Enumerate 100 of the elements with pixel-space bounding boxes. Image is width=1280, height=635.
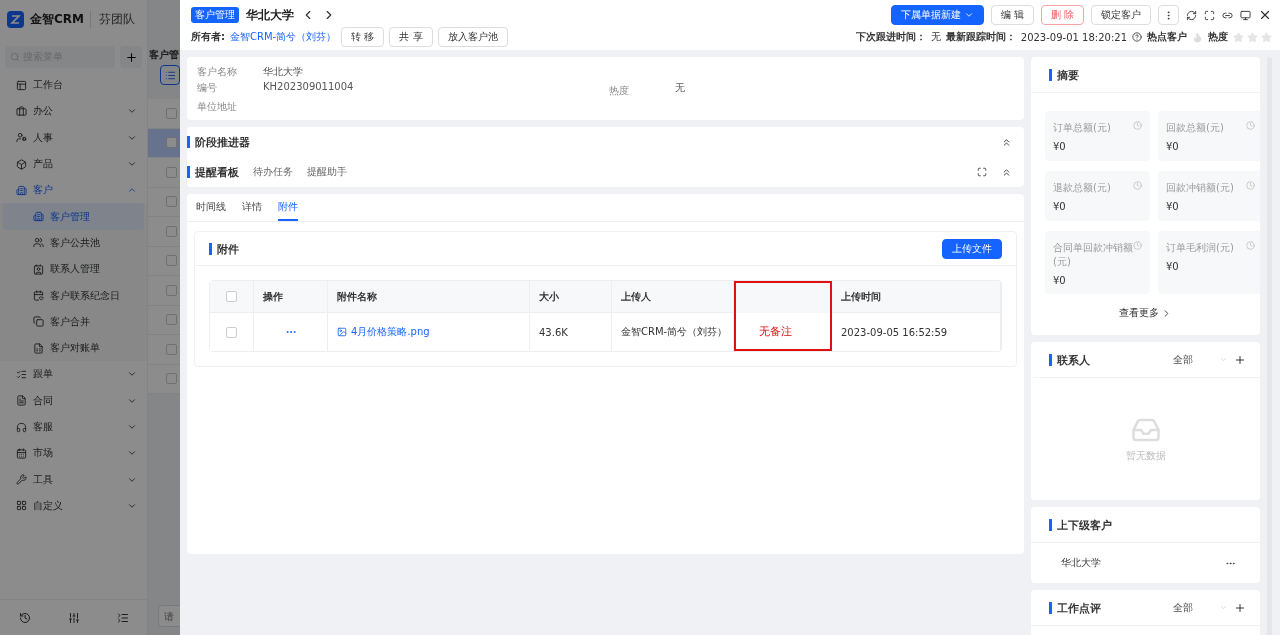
checkbox[interactable] — [226, 326, 237, 338]
sliders-icon[interactable] — [67, 611, 80, 624]
metric-label: 订单毛利润(元) — [1166, 241, 1235, 255]
tab[interactable]: 附件 — [278, 194, 298, 221]
menu-item[interactable]: 工作台 — [0, 72, 147, 99]
action-button[interactable]: 共 享 — [389, 27, 433, 47]
next-follow-label: 下次跟进时间： — [855, 30, 926, 44]
add-button[interactable] — [120, 46, 142, 68]
refresh-icon[interactable] — [1186, 9, 1197, 21]
submenu-item[interactable]: 联系人管理 — [3, 256, 144, 283]
submenu-item[interactable]: 客户管理 — [3, 203, 144, 230]
filter-dropdown[interactable]: 全部 — [1173, 600, 1228, 615]
menu-item[interactable]: 人事 — [0, 124, 147, 151]
checkbox[interactable] — [226, 291, 237, 302]
list-icon — [164, 69, 176, 81]
section-title: 摘要 — [1049, 68, 1079, 81]
submenu-item[interactable]: 客户联系纪念日 — [3, 282, 144, 309]
box-icon — [16, 158, 27, 170]
menu-item[interactable]: 工具 — [0, 466, 147, 493]
action-button[interactable]: 锁定客户 — [1091, 5, 1151, 25]
chevron-down-icon — [963, 10, 974, 20]
tab[interactable]: 提醒助手 — [307, 165, 347, 179]
annotation-text: 无备注 — [758, 323, 792, 339]
column-header: 操作 — [254, 281, 328, 313]
section-title: 附件 — [209, 242, 239, 255]
calendar-icon — [33, 290, 44, 301]
filter-dropdown[interactable]: 全部 — [1173, 352, 1228, 367]
star-rating[interactable] — [1233, 31, 1272, 43]
building-icon — [16, 184, 27, 196]
file-link[interactable]: 4月价格策略.png — [337, 325, 430, 339]
field-label: 客户名称 — [197, 65, 238, 79]
tab[interactable]: 待办任务 — [253, 165, 293, 179]
checkbox[interactable] — [166, 107, 177, 119]
tab[interactable]: 时间线 — [196, 194, 226, 221]
owner-link[interactable]: 金智CRM-简兮（刘芬） — [230, 30, 337, 44]
menu-item[interactable]: 产品 — [0, 150, 147, 178]
input-field[interactable]: 请 — [158, 605, 180, 627]
checkbox[interactable] — [166, 255, 177, 267]
menu-item[interactable]: 客服 — [0, 413, 147, 441]
metric-value: ¥0 — [1053, 275, 1067, 286]
collapse-icon[interactable] — [1001, 166, 1012, 178]
view-more-link[interactable]: 查看更多 — [1031, 300, 1260, 330]
add-icon[interactable] — [1234, 601, 1246, 614]
section-title: 工作点评 — [1049, 601, 1101, 614]
checkbox[interactable] — [166, 373, 177, 385]
upload-button[interactable]: 上传文件 — [942, 238, 1002, 259]
menu-item[interactable]: 跟单 — [0, 361, 147, 388]
checkbox[interactable] — [166, 314, 177, 326]
heat-label: 热度 — [1208, 30, 1228, 44]
delete-button[interactable]: 删 除 — [1040, 5, 1084, 25]
app-name: 金智CRM — [30, 10, 84, 28]
clock-icon — [1133, 241, 1142, 250]
team-name: 芬团队 — [90, 10, 135, 28]
submenu-item[interactable]: 客户对账单 — [3, 334, 144, 362]
column-header: 上传人 — [612, 281, 734, 313]
action-button[interactable]: 放入客户池 — [437, 27, 508, 47]
fullscreen-icon[interactable] — [1204, 9, 1215, 21]
action-button[interactable]: 转 移 — [341, 27, 385, 47]
help-icon[interactable] — [1132, 32, 1142, 42]
fullscreen-icon[interactable] — [977, 167, 987, 177]
monitor-icon[interactable] — [1240, 9, 1251, 21]
checkbox[interactable] — [166, 137, 177, 149]
logo-icon — [7, 10, 24, 28]
tab[interactable]: 详情 — [242, 194, 262, 221]
menu-item[interactable]: 市场 — [0, 440, 147, 467]
column-header: 大小 — [530, 281, 612, 313]
action-button[interactable]: 编 辑 — [990, 5, 1034, 25]
spreadsheet-icon — [33, 342, 44, 354]
checkbox[interactable] — [166, 225, 177, 237]
clock-icon — [1246, 241, 1255, 250]
checkbox[interactable] — [166, 196, 177, 208]
hot-customer-label: 热点客户 — [1147, 30, 1187, 44]
checkbox[interactable] — [166, 284, 177, 296]
submenu-item[interactable]: 客户公共池 — [3, 229, 144, 257]
field-value: 华北大学 — [263, 65, 304, 79]
history-icon[interactable] — [18, 611, 31, 624]
checkbox[interactable] — [166, 343, 177, 355]
new-dropdown-button[interactable]: 下属单据新建 — [890, 5, 984, 25]
collapse-icon[interactable] — [1001, 136, 1012, 148]
submenu-item[interactable]: 客户合并 — [3, 308, 144, 335]
field-value: 无 — [675, 81, 686, 95]
next-follow-value: 无 — [930, 30, 941, 44]
menu-item[interactable]: 合同 — [0, 387, 147, 414]
module-badge: 客户管理 — [191, 7, 239, 23]
copy-icon — [33, 316, 44, 328]
field-label: 编号 — [197, 81, 218, 95]
star-icon — [1233, 31, 1244, 43]
image-file-icon — [337, 327, 347, 337]
checkbox[interactable] — [166, 166, 177, 178]
add-icon[interactable] — [1234, 353, 1246, 366]
person-icon — [16, 132, 27, 144]
briefcase-icon — [16, 105, 27, 117]
menu-item[interactable]: 自定义 — [0, 492, 147, 520]
headset-icon — [16, 421, 27, 433]
star-icon — [1261, 31, 1272, 43]
collapse-menu-icon[interactable] — [116, 611, 129, 624]
metric-value: ¥0 — [1166, 201, 1180, 212]
close-icon[interactable] — [1258, 8, 1272, 22]
menu-item[interactable]: 办公 — [0, 98, 147, 125]
calendar-icon — [16, 447, 27, 459]
